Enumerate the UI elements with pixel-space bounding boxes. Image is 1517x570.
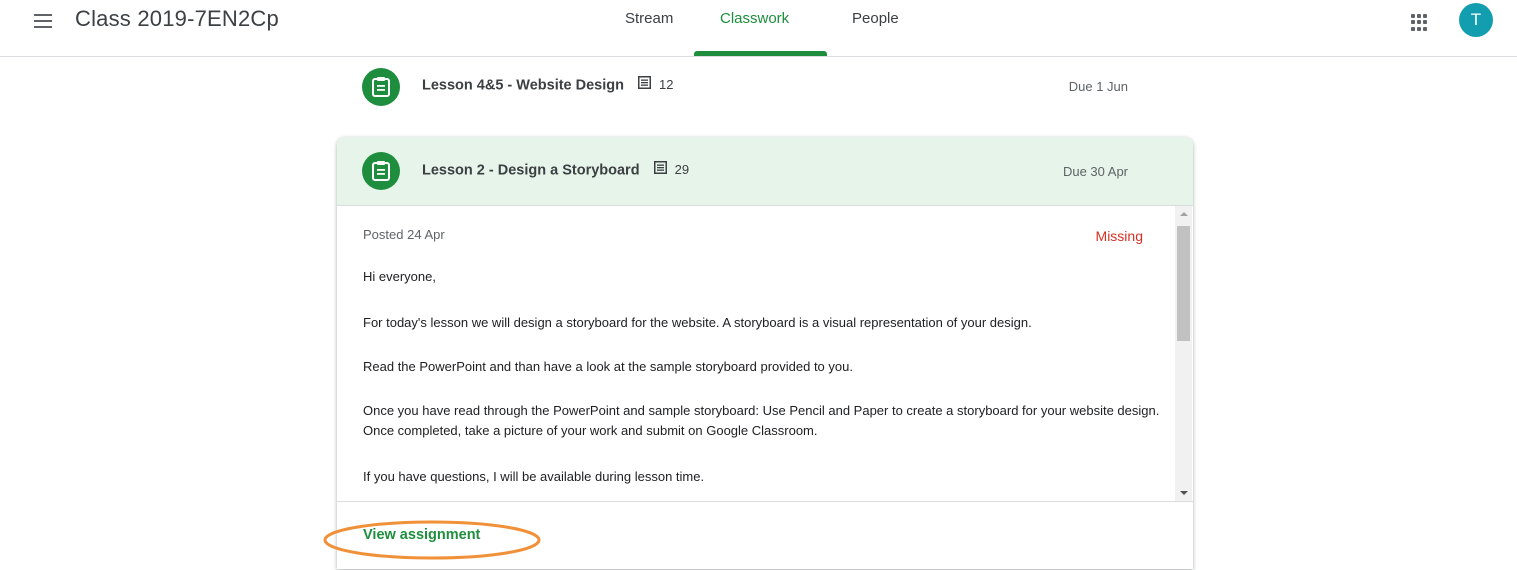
top-app-bar: Class 2019-7EN2Cp Stream Classwork Peopl… — [0, 0, 1517, 57]
tab-stream[interactable]: Stream — [625, 10, 673, 27]
assignment-title-text: Lesson 2 - Design a Storyboard — [422, 162, 640, 179]
scroll-down-icon[interactable] — [1180, 491, 1188, 495]
comment-count: 12 — [659, 77, 674, 93]
description-paragraph: If you have questions, I will be availab… — [363, 469, 705, 484]
assignment-icon — [362, 68, 400, 106]
description-paragraph: Hi everyone, — [363, 269, 436, 284]
assignment-card-header[interactable]: Lesson 2 - Design a Storyboard 29 Due 30… — [337, 137, 1193, 206]
avatar[interactable]: T — [1459, 3, 1493, 37]
status-badge: Missing — [1095, 228, 1143, 244]
assignment-title: Lesson 2 - Design a Storyboard 29 — [422, 161, 690, 179]
assignment-title-text: Lesson 4&5 - Website Design — [422, 77, 624, 94]
comment-icon — [653, 161, 667, 178]
apps-grid-icon[interactable] — [1411, 14, 1428, 31]
due-date: Due 1 Jun — [1068, 79, 1128, 94]
assignment-card-footer: View assignment — [323, 501, 1193, 570]
description-paragraph: Read the PowerPoint and than have a look… — [363, 359, 853, 374]
assignment-card-expanded: Lesson 2 - Design a Storyboard 29 Due 30… — [323, 137, 1193, 570]
assignment-icon — [362, 152, 400, 190]
assignment-title: Lesson 4&5 - Website Design 12 — [422, 76, 674, 94]
assignment-description: Posted 24 Apr Missing Hi everyone, For t… — [337, 206, 1175, 501]
tab-people[interactable]: People — [852, 10, 899, 27]
menu-icon[interactable] — [34, 14, 52, 28]
comment-count: 29 — [674, 162, 690, 178]
assignment-row[interactable]: Lesson 4&5 - Website Design 12 Due 1 Jun — [337, 60, 1193, 118]
scroll-thumb[interactable] — [1177, 226, 1190, 341]
due-date: Due 30 Apr — [1062, 164, 1128, 179]
description-paragraph: Once you have read through the PowerPoin… — [363, 403, 1160, 438]
view-assignment-link[interactable]: View assignment — [363, 527, 480, 543]
tab-classwork[interactable]: Classwork — [720, 10, 789, 27]
comment-icon — [638, 76, 652, 93]
scroll-up-icon[interactable] — [1180, 212, 1188, 216]
posted-date: Posted 24 Apr — [363, 227, 445, 242]
description-paragraph: For today's lesson we will design a stor… — [363, 315, 1032, 330]
class-title[interactable]: Class 2019-7EN2Cp — [75, 6, 279, 32]
description-scrollbar[interactable] — [1175, 206, 1192, 501]
active-tab-indicator — [694, 51, 827, 56]
